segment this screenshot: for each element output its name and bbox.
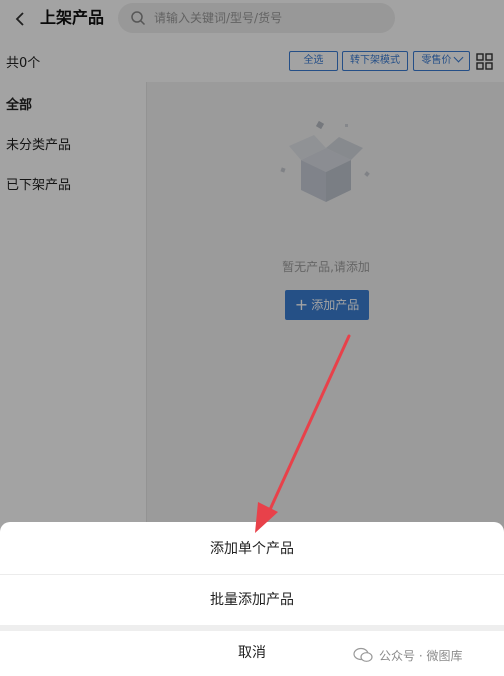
watermark-text: 公众号 · 微图库 bbox=[379, 648, 463, 663]
add-single-product-option[interactable]: 添加单个产品 bbox=[0, 524, 504, 574]
batch-add-products-option[interactable]: 批量添加产品 bbox=[0, 574, 504, 624]
watermark: 公众号 · 微图库 bbox=[353, 645, 462, 665]
wechat-icon bbox=[353, 647, 373, 662]
